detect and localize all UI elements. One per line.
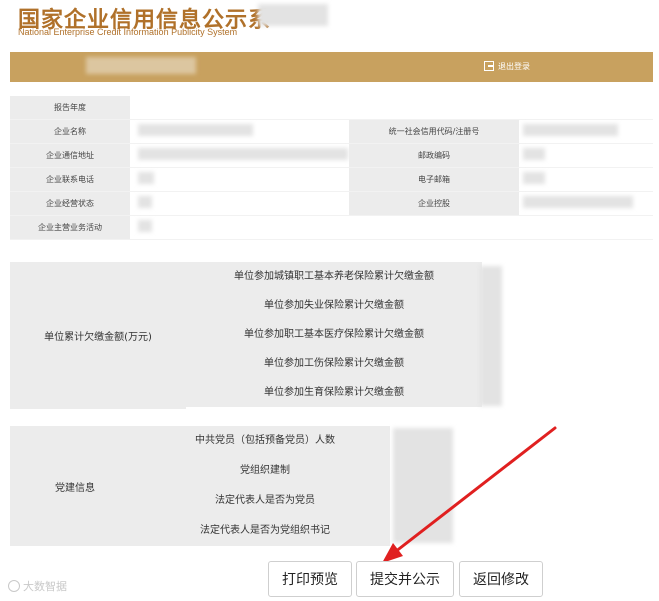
- print-preview-button[interactable]: 打印预览: [268, 561, 352, 597]
- watermark: 大数智据: [8, 578, 67, 594]
- return-modify-button[interactable]: 返回修改: [459, 561, 543, 597]
- red-arrow-annotation: [382, 426, 557, 563]
- watermark-icon: [8, 580, 20, 592]
- submit-publish-button[interactable]: 提交并公示: [356, 561, 454, 597]
- watermark-text: 大数智据: [23, 580, 67, 593]
